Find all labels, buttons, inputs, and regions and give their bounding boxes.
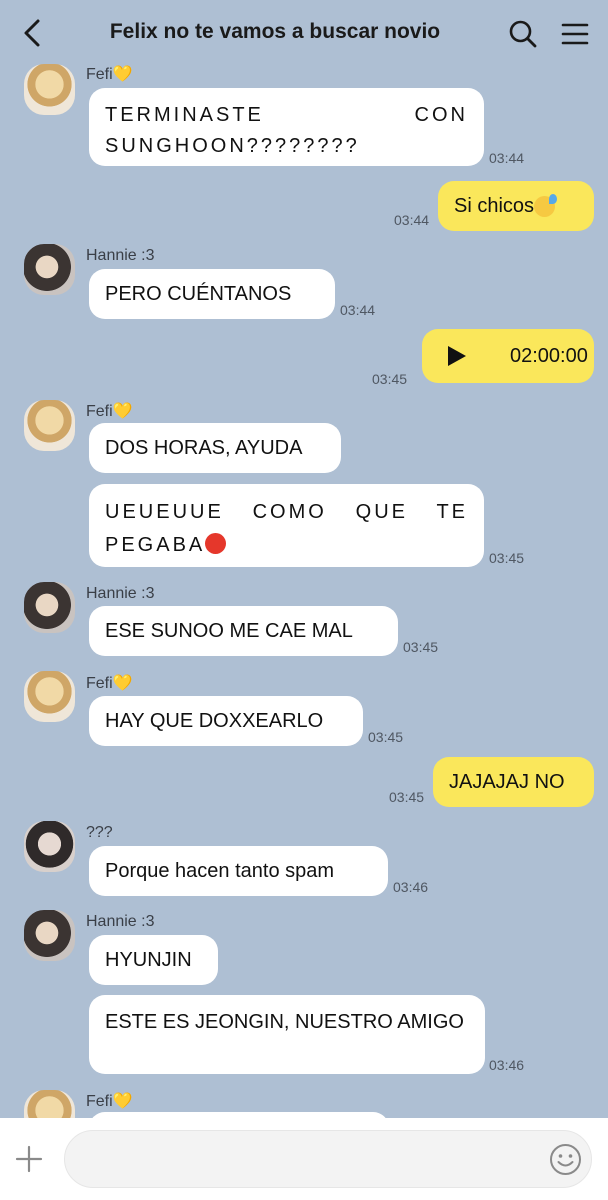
- avatar-fefi[interactable]: [24, 400, 75, 451]
- play-icon[interactable]: [448, 346, 466, 366]
- avatar-unknown[interactable]: [24, 821, 75, 872]
- sender-name: Hannie :3: [86, 913, 155, 930]
- hamburger-menu-icon[interactable]: [561, 20, 589, 48]
- sender-name: Fefi💛: [86, 403, 133, 420]
- sweat-emoji-icon: [534, 193, 558, 217]
- sender-name: Fefi💛: [86, 66, 133, 83]
- smiley-icon[interactable]: [549, 1143, 582, 1176]
- message-input[interactable]: [64, 1130, 592, 1188]
- yellow-heart-icon: 💛: [112, 675, 133, 692]
- message-bubble[interactable]: DOS HORAS, AYUDA: [89, 423, 341, 473]
- message-time: 03:46: [393, 879, 429, 895]
- avatar-hannie[interactable]: [24, 582, 75, 633]
- message-time: 03:44: [340, 302, 376, 318]
- avatar-hannie[interactable]: [24, 910, 75, 961]
- voice-duration: 02:00:00: [510, 344, 588, 367]
- message-time: 03:44: [489, 150, 525, 166]
- chevron-left-icon[interactable]: [18, 18, 46, 48]
- angry-emoji-icon: [205, 533, 227, 554]
- message-text: Si chicos: [454, 194, 535, 217]
- avatar-fefi[interactable]: [24, 671, 75, 722]
- message-text: UEUEUUE COMO QUE TE PEGABA: [105, 501, 468, 556]
- search-icon[interactable]: [508, 19, 538, 49]
- message-bubble[interactable]: ESE SUNOO ME CAE MAL: [89, 606, 398, 656]
- message-list[interactable]: Fefi💛 TERMINASTE CON SUNGHOON???????? 03…: [0, 64, 608, 1118]
- chat-header: Felix no te vamos a buscar novio: [0, 0, 608, 64]
- avatar-fefi[interactable]: [24, 64, 75, 115]
- avatar-hannie[interactable]: [24, 244, 75, 295]
- sender-name: Fefi💛: [86, 1093, 133, 1110]
- message-time: 03:44: [394, 212, 430, 228]
- message-time: 03:45: [368, 729, 404, 745]
- sender-name: ???: [86, 824, 113, 841]
- avatar-fefi[interactable]: [24, 1090, 75, 1118]
- message-time: 03:45: [403, 639, 439, 655]
- chat-title: Felix no te vamos a buscar novio: [109, 20, 441, 43]
- message-time: 03:45: [389, 789, 425, 805]
- message-bubble[interactable]: JAJAJAJ NO: [433, 757, 594, 807]
- message-time: 03:46: [489, 1057, 525, 1073]
- message-bubble[interactable]: HAY QUE DOXXEARLO: [89, 696, 363, 746]
- message-bubble[interactable]: PERO CUÉNTANOS: [89, 269, 335, 319]
- message-bubble[interactable]: Si chicos: [438, 181, 594, 231]
- message-bubble[interactable]: ESTE ES JEONGIN, NUESTRO AMIGO: [89, 995, 485, 1074]
- sender-name: Hannie :3: [86, 585, 155, 602]
- plus-icon[interactable]: [14, 1144, 44, 1174]
- message-bubble[interactable]: UEUEUUE COMO QUE TE PEGABA: [89, 484, 484, 567]
- sender-name: Fefi💛: [86, 675, 133, 692]
- message-bubble[interactable]: Porque hacen tanto spam: [89, 846, 388, 896]
- sender-name: Hannie :3: [86, 247, 155, 264]
- message-time: 03:45: [372, 371, 408, 387]
- message-bubble[interactable]: HYUNJIN: [89, 935, 218, 985]
- yellow-heart-icon: 💛: [112, 1093, 133, 1110]
- message-time: 03:45: [489, 550, 525, 566]
- yellow-heart-icon: 💛: [112, 403, 133, 420]
- message-input-bar: [0, 1118, 608, 1200]
- voice-message-bubble[interactable]: 02:00:00: [422, 329, 594, 383]
- yellow-heart-icon: 💛: [112, 66, 133, 83]
- message-bubble[interactable]: TERMINASTE CON SUNGHOON????????: [89, 88, 484, 166]
